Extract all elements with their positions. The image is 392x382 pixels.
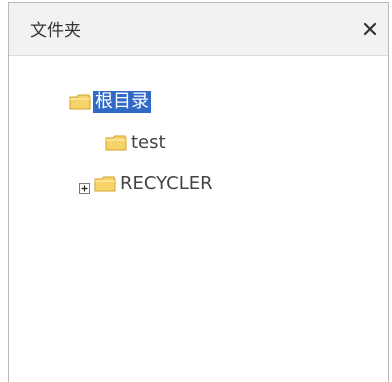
close-icon[interactable] (362, 21, 378, 37)
folder-tree: 根目录 test RECYCLER (9, 56, 388, 382)
tree-node-recycler[interactable]: RECYCLER (79, 173, 215, 195)
tree-node-label-root[interactable]: 根目录 (93, 91, 151, 113)
tree-node-root[interactable]: 根目录 (69, 91, 151, 113)
dialog-header: 文件夹 (9, 3, 388, 56)
folder-icon (105, 135, 127, 151)
tree-node-test[interactable]: test (105, 132, 168, 154)
dialog-title: 文件夹 (30, 21, 81, 41)
tree-node-label-recycler[interactable]: RECYCLER (118, 173, 215, 195)
folder-dialog: 文件夹 根目录 test RECYCLER (8, 2, 389, 382)
folder-icon (94, 176, 116, 192)
plus-box-icon[interactable] (79, 179, 90, 194)
folder-icon (69, 94, 91, 110)
tree-node-label-test[interactable]: test (129, 132, 168, 154)
